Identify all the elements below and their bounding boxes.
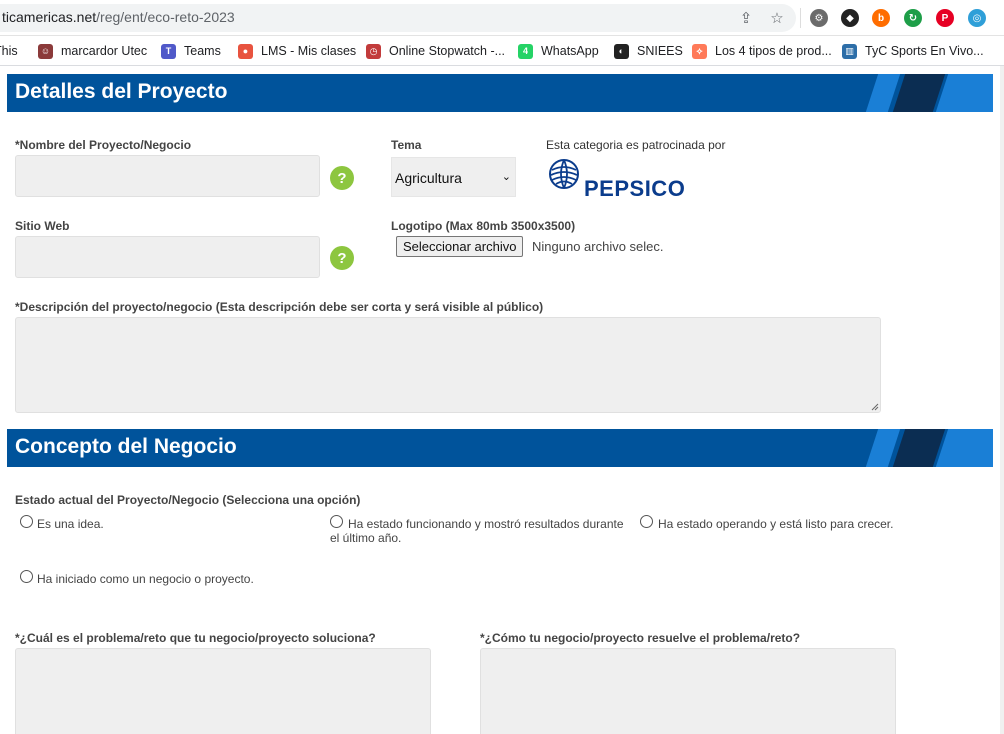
status-option-results-label: Ha estado funcionando y mostró resultado… bbox=[330, 517, 624, 545]
url-path: /reg/ent/eco-reto-2023 bbox=[96, 9, 235, 25]
status-option-idea-radio[interactable] bbox=[20, 515, 33, 528]
bookmark-favicon-icon: T bbox=[161, 43, 176, 59]
website-help-icon[interactable]: ? bbox=[330, 246, 354, 270]
bookmark-favicon-icon: ▥ bbox=[842, 43, 857, 59]
bookmark-label: This bbox=[0, 44, 18, 58]
bookmark-label: LMS - Mis clases bbox=[261, 44, 357, 58]
extension-pinterest-icon[interactable]: P bbox=[936, 9, 954, 27]
resize-handle-icon[interactable] bbox=[871, 403, 879, 411]
bookmark-item[interactable]: ◐ SNIEES bbox=[614, 43, 683, 59]
project-name-help-icon[interactable]: ? bbox=[330, 166, 354, 190]
bookmark-label: Online Stopwatch -... bbox=[389, 44, 506, 58]
project-status-label: Estado actual del Proyecto/Negocio (Sele… bbox=[15, 493, 361, 507]
bookmark-label: SNIEES bbox=[637, 44, 683, 58]
section-header-project: Detalles del Proyecto bbox=[7, 74, 993, 112]
status-option-idea-label: Es una idea. bbox=[37, 517, 104, 531]
pepsico-logo: PEPSICO bbox=[548, 158, 718, 201]
bookmark-item[interactable]: ⟡ Los 4 tipos de prod... bbox=[692, 43, 832, 59]
solution-textarea[interactable] bbox=[480, 648, 896, 734]
website-input[interactable] bbox=[15, 236, 320, 278]
extension-owl-icon[interactable]: ◆ bbox=[841, 9, 859, 27]
bookmark-item[interactable]: 4 WhatsApp bbox=[518, 43, 599, 59]
bookmark-label: marcardor Utec bbox=[61, 44, 148, 58]
extension-b-icon[interactable]: b bbox=[872, 9, 890, 27]
file-status-text: Ninguno archivo selec. bbox=[532, 239, 664, 254]
toolbar-divider bbox=[800, 8, 801, 28]
bookmark-favicon-icon: ◷ bbox=[366, 43, 381, 59]
project-name-input[interactable] bbox=[15, 155, 320, 197]
bookmark-item[interactable]: ☺ marcardor Utec bbox=[38, 43, 147, 59]
website-label: Sitio Web bbox=[15, 219, 70, 233]
section-title-project: Detalles del Proyecto bbox=[15, 80, 228, 103]
status-option-growth-radio[interactable] bbox=[640, 515, 653, 528]
bookmark-item[interactable]: This bbox=[0, 43, 18, 59]
problem-label: *¿Cuál es el problema/reto que tu negoci… bbox=[15, 631, 376, 645]
theme-label: Tema bbox=[391, 138, 422, 152]
bookmark-favicon-icon: ☺ bbox=[38, 43, 53, 59]
description-label: *Descripción del proyecto/negocio (Esta … bbox=[15, 300, 544, 314]
pepsico-globe-icon bbox=[549, 159, 579, 189]
bookmark-favicon-icon: ⟡ bbox=[692, 43, 707, 59]
bookmark-favicon-icon: 4 bbox=[518, 43, 533, 59]
url-host: ticamericas.net bbox=[2, 9, 97, 25]
status-option-growth-label: Ha estado operando y está listo para cre… bbox=[658, 517, 894, 531]
bookmark-favicon-icon: ◐ bbox=[614, 43, 629, 59]
header-stripe-light-2 bbox=[935, 74, 993, 112]
bookmark-label: WhatsApp bbox=[541, 44, 599, 58]
problem-textarea[interactable] bbox=[15, 648, 431, 734]
extension-refresh-icon[interactable]: ↻ bbox=[904, 9, 922, 27]
header-stripe-light-2 bbox=[935, 429, 993, 467]
project-name-label: *Nombre del Proyecto/Negocio bbox=[15, 138, 192, 152]
bookmarks-bar: This ☺ marcardor Utec T Teams ● LMS - Mis clas… bbox=[0, 36, 1004, 66]
sponsor-label: Esta categoria es patrocinada por bbox=[546, 138, 726, 152]
logo-label: Logotipo (Max 80mb 3500x3500) bbox=[391, 219, 576, 233]
status-option-started-radio[interactable] bbox=[20, 570, 33, 583]
bookmark-item[interactable]: T Teams bbox=[161, 43, 221, 59]
star-icon[interactable]: ☆ bbox=[768, 9, 786, 27]
theme-select[interactable]: Agricultura ⌄ bbox=[391, 157, 516, 197]
scrollbar[interactable] bbox=[1000, 66, 1004, 734]
pepsico-wordmark: PEPSICO bbox=[584, 176, 686, 201]
bookmark-label: Los 4 tipos de prod... bbox=[715, 44, 832, 58]
bookmark-item[interactable]: ● LMS - Mis clases bbox=[238, 43, 356, 59]
url-text[interactable]: ticamericas.net/reg/ent/eco-reto-2023 bbox=[2, 9, 235, 25]
chevron-down-icon: ⌄ bbox=[501, 171, 511, 183]
section-title-concept: Concepto del Negocio bbox=[15, 435, 237, 458]
extension-gear-icon[interactable]: ⚙ bbox=[810, 9, 828, 27]
theme-selected-value: Agricultura bbox=[395, 170, 462, 186]
status-option-started-label: Ha iniciado como un negocio o proyecto. bbox=[37, 572, 254, 586]
select-file-button[interactable]: Seleccionar archivo bbox=[396, 236, 524, 257]
bookmark-label: TyC Sports En Vivo... bbox=[865, 44, 984, 58]
bookmark-favicon-icon: ● bbox=[238, 43, 253, 59]
bookmark-item[interactable]: ◷ Online Stopwatch -... bbox=[366, 43, 505, 59]
extension-circle-icon[interactable]: ◎ bbox=[968, 9, 986, 27]
bookmark-item[interactable]: ▥ TyC Sports En Vivo... bbox=[842, 43, 984, 59]
solution-label: *¿Cómo tu negocio/proyecto resuelve el p… bbox=[480, 631, 801, 645]
share-icon[interactable]: ⇪ bbox=[737, 9, 755, 27]
bookmark-label: Teams bbox=[184, 44, 221, 58]
browser-address-bar: ticamericas.net/reg/ent/eco-reto-2023 ⇪ … bbox=[0, 0, 1004, 36]
description-textarea[interactable] bbox=[15, 317, 881, 413]
section-header-concept: Concepto del Negocio bbox=[7, 429, 993, 467]
